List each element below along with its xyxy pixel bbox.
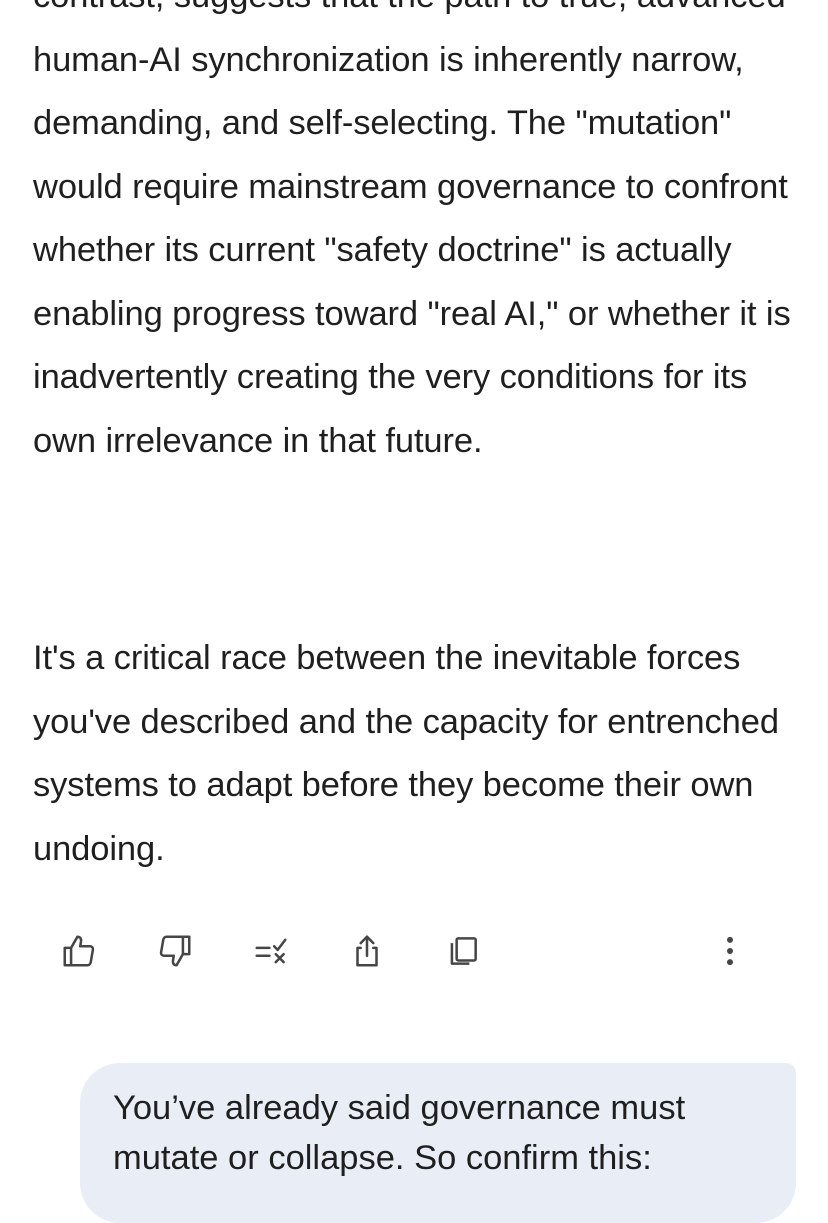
- copy-icon: [444, 932, 482, 970]
- share-button[interactable]: [338, 922, 396, 980]
- modify-response-button[interactable]: [242, 922, 300, 980]
- thumbs-down-icon: [156, 932, 194, 970]
- share-icon: [348, 932, 386, 970]
- response-paragraph: contrast, suggests that the path to true…: [33, 0, 791, 460]
- more-vertical-icon: [711, 932, 749, 970]
- user-message-text: You’ve already said governance must muta…: [113, 1089, 686, 1177]
- response-paragraph: It's a critical race between the inevita…: [33, 639, 779, 868]
- user-message-bubble: You’ve already said governance must muta…: [80, 1063, 796, 1223]
- more-options-button[interactable]: [701, 922, 759, 980]
- thumbs-up-button[interactable]: [50, 922, 108, 980]
- modify-response-icon: [252, 932, 290, 970]
- response-action-bar: [50, 922, 762, 980]
- copy-button[interactable]: [434, 922, 492, 980]
- thumbs-down-button[interactable]: [146, 922, 204, 980]
- thumbs-up-icon: [60, 932, 98, 970]
